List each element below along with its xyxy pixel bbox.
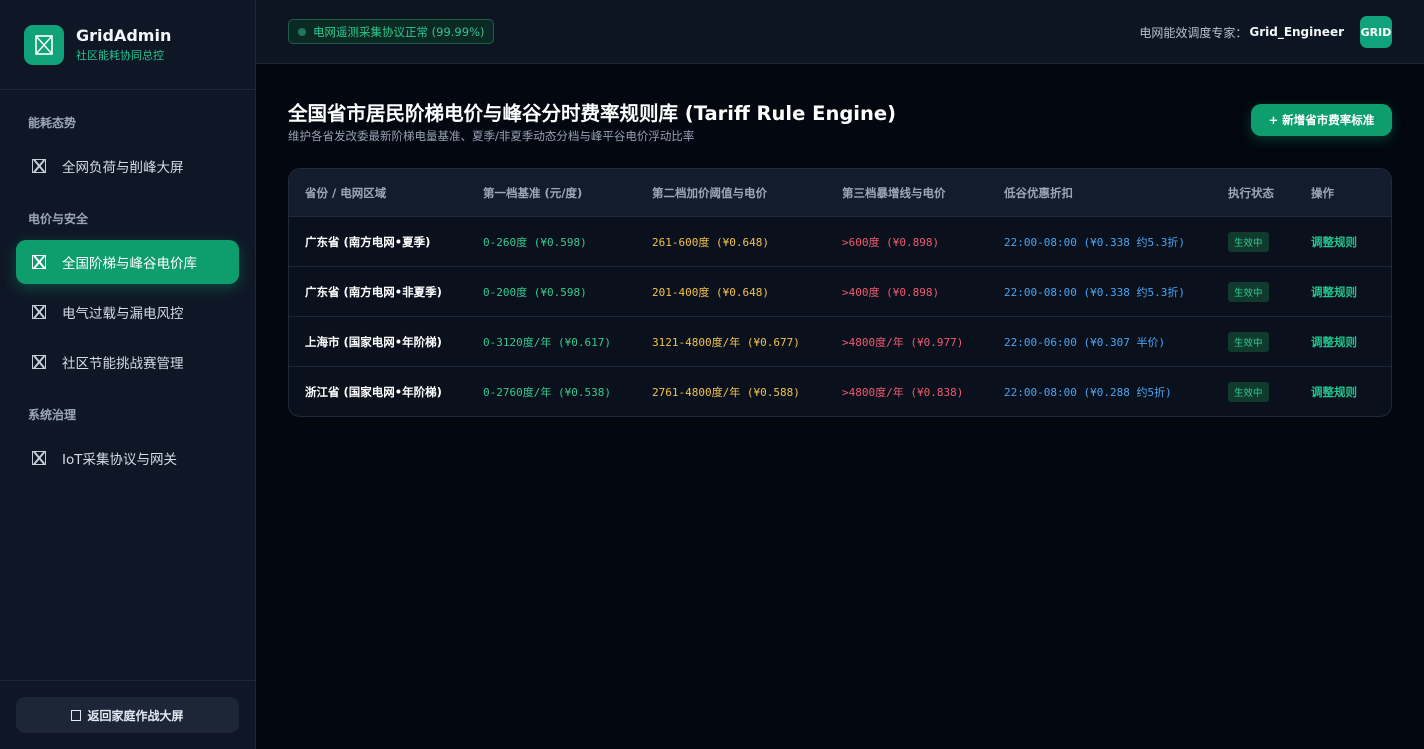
cell-tier1: 0-2760度/年 (¥0.538) bbox=[483, 386, 611, 399]
placeholder-icon bbox=[32, 451, 46, 465]
nav-section-energy: 能耗态势 bbox=[28, 116, 77, 130]
avatar[interactable]: GRID bbox=[1360, 16, 1392, 48]
cell-tier2: 3121-4800度/年 (¥0.677) bbox=[652, 335, 800, 349]
page-title: 全国省市居民阶梯电价与峰谷分时费率规则库 (Tariff Rule Engine… bbox=[288, 102, 896, 125]
cell-valley: 22:00-06:00 (¥0.307 半价) bbox=[1004, 335, 1166, 349]
placeholder-icon bbox=[32, 159, 46, 173]
sidebar-item-label: IoT采集协议与网关 bbox=[62, 452, 177, 468]
cell-valley: 22:00-08:00 (¥0.338 约5.3折) bbox=[1004, 235, 1185, 249]
cell-tier3: >4800度/年 (¥0.838) bbox=[842, 386, 964, 399]
sidebar-item-load-dashboard[interactable]: 全网负荷与削峰大屏 bbox=[16, 144, 239, 188]
nav-section-price-safety: 电价与安全 bbox=[28, 212, 89, 226]
sidebar-item-tariff-library[interactable]: 全国阶梯与峰谷电价库 bbox=[16, 240, 239, 284]
cell-region: 浙江省 (国家电网•年阶梯) bbox=[305, 385, 442, 399]
table-row: 上海市 (国家电网•年阶梯) 0-3120度/年 (¥0.617) 3121-4… bbox=[289, 317, 1391, 367]
tariff-table: 省份 / 电网区域 第一档基准 (元/度) 第二档加价阈值与电价 第三档暴增线与… bbox=[288, 168, 1392, 417]
sidebar-item-label: 电气过载与漏电风控 bbox=[62, 306, 184, 322]
status-badge: 生效中 bbox=[1228, 231, 1269, 252]
column-header-region: 省份 / 电网区域 bbox=[305, 185, 387, 200]
table-row: 广东省 (南方电网•非夏季) 0-200度 (¥0.598) 201-400度 … bbox=[289, 267, 1391, 317]
cell-region: 上海市 (国家电网•年阶梯) bbox=[305, 334, 442, 349]
placeholder-icon bbox=[32, 355, 46, 369]
status-badge: 生效中 bbox=[1228, 382, 1269, 402]
sidebar-item-iot-gateway[interactable]: IoT采集协议与网关 bbox=[16, 436, 239, 480]
sidebar-footer: 返回家庭作战大屏 bbox=[0, 680, 255, 749]
placeholder-icon bbox=[71, 709, 82, 721]
brand: GridAdmin 社区能耗协同总控 bbox=[0, 0, 255, 90]
adjust-rule-link[interactable]: 调整规则 bbox=[1311, 267, 1357, 316]
grid-logo-icon bbox=[24, 24, 64, 65]
cell-tier2: 2761-4800度/年 (¥0.588) bbox=[652, 386, 800, 399]
brand-title: GridAdmin bbox=[76, 25, 172, 45]
adjust-rule-link[interactable]: 调整规则 bbox=[1311, 317, 1357, 366]
cell-valley: 22:00-08:00 (¥0.338 约5.3折) bbox=[1004, 285, 1185, 299]
cell-tier1: 0-3120度/年 (¥0.617) bbox=[483, 335, 611, 349]
sidebar-item-label: 全国阶梯与峰谷电价库 bbox=[62, 256, 197, 272]
cell-tier1: 0-200度 (¥0.598) bbox=[483, 285, 587, 299]
back-button-label: 返回家庭作战大屏 bbox=[87, 708, 184, 723]
status-text: 电网遥测采集协议正常 (99.99%) bbox=[313, 24, 485, 39]
cell-tier3: >600度 (¥0.898) bbox=[842, 235, 940, 249]
placeholder-icon bbox=[32, 255, 46, 269]
column-header-action: 操作 bbox=[1311, 185, 1334, 200]
status-badge: 生效中 bbox=[1228, 331, 1269, 352]
placeholder-icon bbox=[32, 305, 46, 319]
cell-tier2: 201-400度 (¥0.648) bbox=[652, 285, 769, 299]
column-header-tier3: 第三档暴增线与电价 bbox=[842, 185, 946, 200]
cell-tier3: >400度 (¥0.898) bbox=[842, 285, 940, 299]
adjust-rule-link[interactable]: 调整规则 bbox=[1311, 367, 1357, 416]
status-dot-icon bbox=[298, 27, 306, 36]
user-area: 电网能效调度专家： Grid_Engineer GRID bbox=[1139, 16, 1392, 48]
sidebar-item-label: 全网负荷与削峰大屏 bbox=[62, 160, 184, 176]
sidebar: GridAdmin 社区能耗协同总控 能耗态势 全网负荷与削峰大屏 电价与安全 … bbox=[0, 0, 256, 749]
cell-tier3: >4800度/年 (¥0.977) bbox=[842, 335, 964, 349]
status-badge: 电网遥测采集协议正常 (99.99%) bbox=[288, 19, 495, 44]
sidebar-item-challenge[interactable]: 社区节能挑战赛管理 bbox=[16, 340, 239, 384]
sidebar-item-overload-risk[interactable]: 电气过载与漏电风控 bbox=[16, 290, 239, 334]
user-name: Grid_Engineer bbox=[1249, 25, 1344, 39]
table-row: 广东省 (南方电网•夏季) 0-260度 (¥0.598) 261-600度 (… bbox=[289, 217, 1391, 267]
brand-subtitle: 社区能耗协同总控 bbox=[76, 48, 164, 62]
table-row: 浙江省 (国家电网•年阶梯) 0-2760度/年 (¥0.538) 2761-4… bbox=[289, 367, 1391, 416]
cell-region: 广东省 (南方电网•非夏季) bbox=[305, 284, 442, 299]
sidebar-item-label: 社区节能挑战赛管理 bbox=[62, 356, 184, 372]
page-subtitle: 维护各省发改委最新阶梯电量基准、夏季/非夏季动态分档与峰平谷电价浮动比率 bbox=[288, 129, 695, 143]
cell-valley: 22:00-08:00 (¥0.288 约5折) bbox=[1004, 386, 1172, 399]
cell-region: 广东省 (南方电网•夏季) bbox=[305, 234, 431, 249]
add-tariff-button[interactable]: + 新增省市费率标准 bbox=[1251, 104, 1392, 136]
cell-tier1: 0-260度 (¥0.598) bbox=[483, 235, 587, 249]
back-to-home-button[interactable]: 返回家庭作战大屏 bbox=[16, 697, 239, 733]
status-badge: 生效中 bbox=[1228, 281, 1269, 302]
column-header-tier2: 第二档加价阈值与电价 bbox=[652, 185, 767, 200]
cell-tier2: 261-600度 (¥0.648) bbox=[652, 235, 769, 249]
column-header-status: 执行状态 bbox=[1228, 185, 1274, 200]
table-header: 省份 / 电网区域 第一档基准 (元/度) 第二档加价阈值与电价 第三档暴增线与… bbox=[289, 169, 1391, 217]
topbar: 电网遥测采集协议正常 (99.99%) 电网能效调度专家： Grid_Engin… bbox=[256, 0, 1424, 64]
adjust-rule-link[interactable]: 调整规则 bbox=[1311, 217, 1357, 266]
user-role-label: 电网能效调度专家： bbox=[1139, 25, 1248, 40]
column-header-tier1: 第一档基准 (元/度) bbox=[483, 185, 583, 200]
nav-section-governance: 系统治理 bbox=[28, 408, 77, 422]
column-header-valley: 低谷优惠折扣 bbox=[1004, 185, 1073, 200]
